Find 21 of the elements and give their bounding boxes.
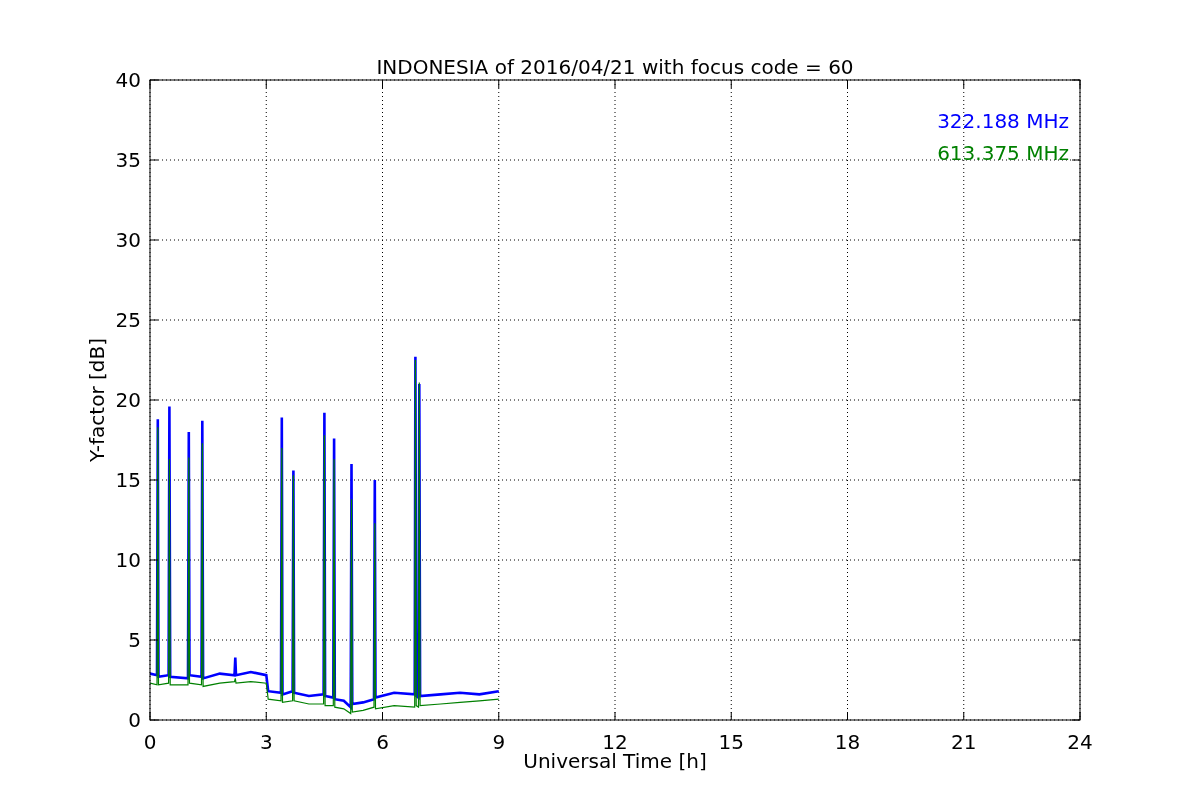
x-tick-label: 18	[834, 730, 861, 754]
x-tick-label: 9	[492, 730, 506, 754]
y-tick-label: 5	[128, 628, 141, 652]
legend-label: 322.188 MHz	[937, 109, 1069, 133]
legend-label: 613.375 MHz	[937, 141, 1069, 165]
x-tick-label: 24	[1067, 730, 1093, 754]
x-tick-label: 15	[718, 730, 744, 754]
y-tick-label: 10	[115, 548, 141, 572]
x-tick-label: 0	[143, 730, 157, 754]
y-tick-label: 0	[128, 708, 141, 732]
y-tick-label: 15	[115, 468, 141, 492]
x-tick-label: 3	[259, 730, 273, 754]
y-tick-label: 20	[115, 388, 141, 412]
y-tick-label: 25	[115, 308, 141, 332]
x-tick-label: 21	[951, 730, 977, 754]
x-tick-label: 6	[376, 730, 389, 754]
chart-title: INDONESIA of 2016/04/21 with focus code = 60	[376, 55, 854, 79]
y-axis-title: Y-factor [dB]	[85, 338, 109, 462]
y-tick-label: 35	[115, 148, 141, 172]
y-tick-label: 30	[115, 228, 141, 252]
y-tick-label: 40	[115, 68, 141, 92]
